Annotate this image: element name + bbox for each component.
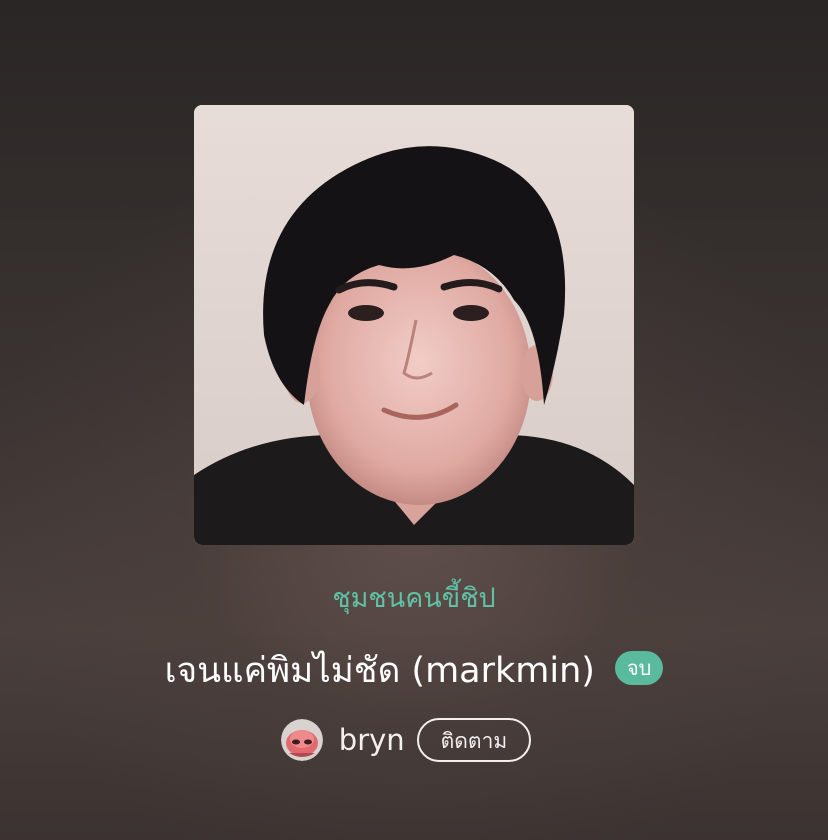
story-category[interactable]: ชุมชนคนขี้ชิป [0,576,828,619]
cover-photo-portrait [194,105,634,545]
story-title-row: เจนแค่พิมไม่ชัด (markmin) จบ [0,646,828,694]
story-cover-image[interactable] [194,105,634,545]
pink-creature-avatar-icon [280,719,323,761]
author-name[interactable]: bryn [339,723,405,757]
follow-button[interactable]: ติดตาม [416,718,532,762]
author-row: bryn ติดตาม [0,716,828,764]
status-badge: จบ [614,651,664,685]
story-title: เจนแค่พิมไม่ชัด (markmin) [164,650,595,691]
author-avatar[interactable] [280,719,323,761]
story-detail-screen: ชุมชนคนขี้ชิป เจนแค่พิมไม่ชัด (markmin) … [0,0,828,840]
